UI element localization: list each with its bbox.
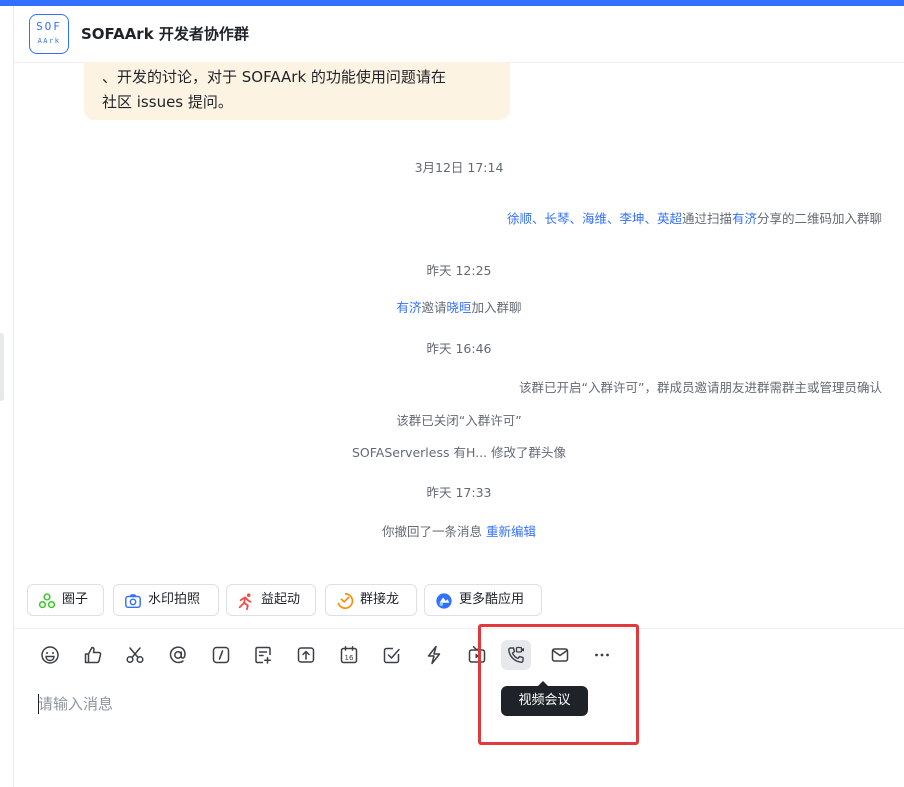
lightning-icon [427,645,441,665]
system-message-join: 徐顺、长琴、海维、李坤、英超通过扫描有济分享的二维码加入群聊 [14,208,882,227]
quick-action-button[interactable] [419,640,449,670]
avatar-text-line1: SOF [36,20,62,33]
app-label: 水印拍照 [148,592,201,607]
slash-command-icon [212,646,230,664]
annotation-highlight-box [478,624,639,745]
chat-header: SOF AArk SOFAArk 开发者协作群 [14,6,904,63]
calendar-icon: 16 [340,646,358,664]
circle-group-icon [38,593,56,609]
relay-icon [337,592,354,609]
new-doc-button[interactable] [248,640,278,670]
system-text: 邀请 [421,300,447,315]
thumbs-up-button[interactable] [78,640,108,670]
app-label: 群接龙 [360,592,400,607]
timestamp: 3月12日 17:14 [414,160,504,175]
emoji-button[interactable] [35,640,65,670]
timestamp: 昨天 16:46 [426,341,492,356]
member-names-link[interactable]: 徐顺、长琴、海维、李坤、英超 [507,211,682,226]
calendar-day-text: 16 [345,654,354,662]
mention-button[interactable] [163,640,193,670]
invitee-link[interactable]: 晓晅 [447,300,472,315]
emoji-icon [41,646,59,664]
app-yiqidong-button[interactable]: 益起动 [226,584,316,616]
app-label: 更多酷应用 [459,592,525,607]
recall-text: 你撤回了一条消息 [381,524,482,539]
scissors-icon [126,647,144,664]
camera-icon [125,594,141,609]
command-button[interactable] [206,640,236,670]
group-avatar[interactable]: SOF AArk [29,14,69,54]
message-line: 社区 issues 提问。 [102,93,233,111]
message-line: 、开发的讨论，对于 SOFAArk 的功能使用问题请在 [102,68,446,86]
timestamp: 昨天 17:33 [426,485,492,500]
composer-divider [14,628,904,629]
app-relay-button[interactable]: 群接龙 [325,584,417,616]
thumbs-up-icon [84,646,102,664]
more-apps-icon [436,593,452,609]
system-message-recall: 你撤回了一条消息 重新编辑 [14,521,904,540]
reedit-link[interactable]: 重新编辑 [486,524,536,539]
app-label: 圈子 [62,592,89,607]
system-message-invite: 有济邀请晓晅加入群聊 [14,297,904,316]
system-text: 分享的二维码加入群聊 [756,211,882,226]
system-message-avatar-change: SOFAServerless 有H... 修改了群头像 [351,445,567,460]
upload-file-button[interactable] [291,640,321,670]
left-divider [13,6,14,787]
at-icon [169,646,186,664]
task-check-icon [383,647,400,664]
system-message-permission-on: 该群已开启“入群许可”，群成员邀请朋友进群需群主或管理员确认 [519,380,882,395]
app-more-apps-button[interactable]: 更多酷应用 [424,584,542,616]
avatar-text-line2: AArk [37,37,61,45]
app-watermark-camera-button[interactable]: 水印拍照 [113,584,219,616]
app-circle-button[interactable]: 圈子 [27,584,104,616]
upload-icon [297,647,315,663]
running-icon [238,593,252,610]
message-bubble[interactable]: 、开发的讨论，对于 SOFAArk 的功能使用问题请在 社区 issues 提问… [84,62,510,120]
text-caret [38,694,39,714]
sharer-link[interactable]: 有济 [732,211,757,226]
chat-title[interactable]: SOFAArk 开发者协作群 [81,23,249,44]
screenshot-button[interactable] [120,640,150,670]
calendar-button[interactable]: 16 [334,640,364,670]
timestamp: 昨天 12:25 [426,263,492,278]
app-label: 益起动 [261,592,301,607]
message-input[interactable]: 请输入消息 [38,692,438,716]
task-button[interactable] [377,640,407,670]
system-message-permission-off: 该群已关闭“入群许可” [396,413,522,428]
system-text: 加入群聊 [471,300,522,315]
inviter-link[interactable]: 有济 [396,300,421,315]
sidebar-collapse-handle[interactable] [0,333,4,401]
system-text: 通过扫描 [681,211,732,226]
doc-add-icon [255,646,271,664]
